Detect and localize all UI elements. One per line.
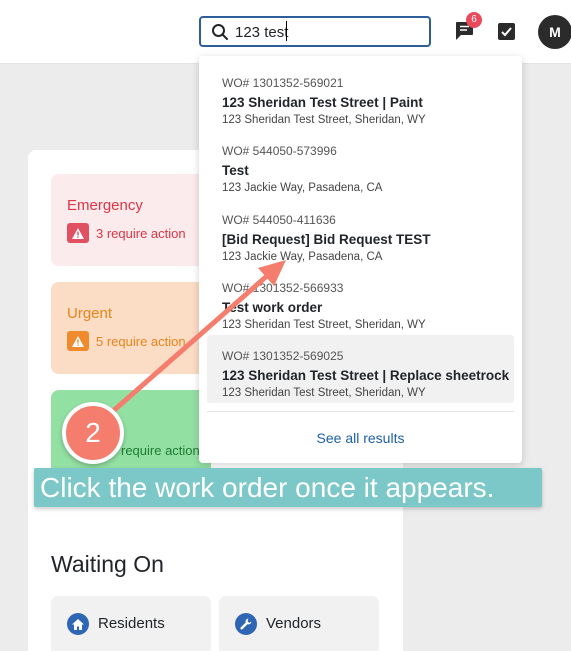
tasks-check-icon[interactable]: [497, 22, 516, 41]
residents-label: Residents: [98, 615, 165, 632]
warning-icon: [67, 223, 89, 243]
search-result-item[interactable]: WO# 544050-411636 [Bid Request] Bid Requ…: [207, 199, 514, 267]
result-address: 123 Sheridan Test Street, Sheridan, WY: [222, 319, 426, 331]
result-address: 123 Jackie Way, Pasadena, CA: [222, 182, 383, 194]
result-wo-number: WO# 1301352-569025: [222, 349, 344, 363]
emergency-card[interactable]: Emergency 3 require action: [51, 174, 211, 266]
search-box[interactable]: [199, 16, 431, 47]
result-address: 123 Sheridan Test Street, Sheridan, WY: [222, 114, 426, 126]
result-wo-number: WO# 1301352-569021: [222, 76, 344, 90]
see-all-results-link[interactable]: See all results: [199, 430, 522, 446]
emergency-action: 3 require action: [67, 223, 186, 243]
result-title: [Bid Request] Bid Request TEST: [222, 232, 431, 247]
search-result-item[interactable]: WO# 1301352-569021 123 Sheridan Test Str…: [207, 62, 514, 130]
text-cursor: [286, 21, 287, 41]
step-number-marker: 2: [62, 402, 124, 464]
routine-action: require action: [121, 443, 200, 458]
residents-button[interactable]: Residents: [51, 596, 211, 651]
emergency-title: Emergency: [67, 197, 143, 214]
divider: [207, 411, 514, 412]
result-title: 123 Sheridan Test Street | Replace sheet…: [222, 368, 510, 383]
result-address: 123 Jackie Way, Pasadena, CA: [222, 251, 383, 263]
result-address: 123 Sheridan Test Street, Sheridan, WY: [222, 387, 426, 399]
result-title: Test: [222, 163, 249, 178]
result-title: Test work order: [222, 300, 323, 315]
search-result-item-highlighted[interactable]: WO# 1301352-569025 123 Sheridan Test Str…: [207, 335, 514, 403]
urgent-action: 5 require action: [67, 331, 186, 351]
search-result-item[interactable]: WO# 544050-573996 Test 123 Jackie Way, P…: [207, 130, 514, 198]
result-wo-number: WO# 544050-573996: [222, 144, 337, 158]
user-avatar[interactable]: M: [538, 15, 571, 49]
routine-action-label: require action: [121, 443, 200, 458]
urgent-card[interactable]: Urgent 5 require action: [51, 282, 211, 374]
result-wo-number: WO# 1301352-566933: [222, 281, 344, 295]
waiting-on-title: Waiting On: [51, 551, 164, 577]
wrench-icon: [235, 613, 257, 635]
top-bar: 6 M: [0, 0, 571, 64]
warning-icon: [67, 331, 89, 351]
search-input[interactable]: [235, 21, 425, 43]
search-result-item[interactable]: WO# 1301352-566933 Test work order 123 S…: [207, 267, 514, 335]
notification-badge: 6: [466, 12, 482, 28]
search-results-dropdown: WO# 1301352-569021 123 Sheridan Test Str…: [199, 56, 522, 463]
vendors-button[interactable]: Vendors: [219, 596, 379, 651]
urgent-action-label: 5 require action: [96, 333, 186, 349]
result-title: 123 Sheridan Test Street | Paint: [222, 95, 423, 110]
home-icon: [67, 613, 89, 635]
result-wo-number: WO# 544050-411636: [222, 213, 336, 227]
urgent-title: Urgent: [67, 305, 113, 322]
emergency-action-label: 3 require action: [96, 225, 186, 241]
vendors-label: Vendors: [266, 615, 322, 632]
tutorial-callout: Click the work order once it appears.: [34, 468, 542, 507]
search-icon: [212, 24, 228, 40]
